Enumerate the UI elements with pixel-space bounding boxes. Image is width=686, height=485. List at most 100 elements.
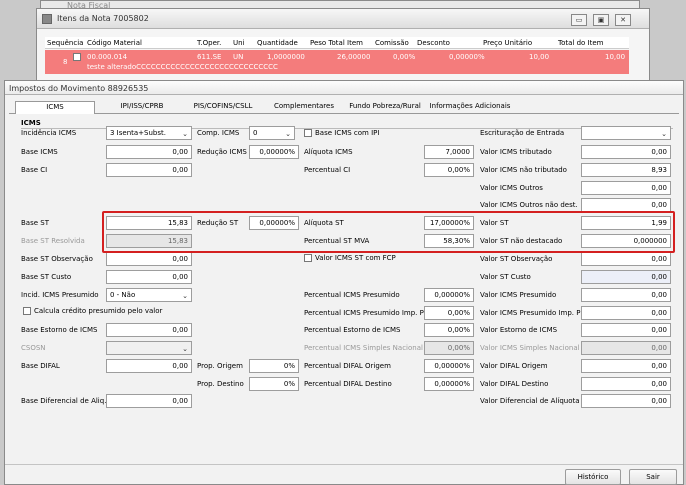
row-preco: 10,00: [529, 53, 550, 61]
perc-presumido-field[interactable]: 0,00000%: [424, 288, 474, 302]
chevron-down-icon: ⌄: [182, 292, 188, 300]
tab-fundo-pobreza[interactable]: Fundo Pobreza/Rural: [345, 101, 425, 113]
reducao-icms-field[interactable]: 0,00000%: [249, 145, 299, 159]
incid-presumido-value: 0 - Não: [110, 291, 136, 299]
col-quantidade[interactable]: Quantidade: [257, 39, 298, 47]
perc-simples-field: 0,00%: [424, 341, 474, 355]
valor-icms-st-fcp-checkbox[interactable]: [304, 254, 312, 262]
base-ci-field[interactable]: 0,00: [106, 163, 192, 177]
incid-presumido-select[interactable]: 0 - Não ⌄: [106, 288, 192, 302]
valor-st-custo-label: Valor ST Custo: [480, 273, 531, 281]
window-icon: [42, 14, 52, 24]
close-button[interactable]: ✕: [615, 14, 631, 26]
col-uni[interactable]: Uni: [233, 39, 245, 47]
aliquota-icms-label: Alíquota ICMS: [304, 148, 353, 156]
base-st-obs-field[interactable]: 0,00: [106, 252, 192, 266]
base-icms-field[interactable]: 0,00: [106, 145, 192, 159]
valor-icms-outros-nd-label: Valor ICMS Outros não dest.: [480, 201, 578, 209]
valor-icms-nao-trib-label: Valor ICMS não tributado: [480, 166, 567, 174]
base-difal-field[interactable]: 0,00: [106, 359, 192, 373]
calc-credito-checkbox[interactable]: [23, 307, 31, 315]
comp-icms-value: 0: [253, 129, 258, 137]
tab-underline: [9, 113, 679, 114]
incidencia-select[interactable]: 3 Isenta+Subst. ⌄: [106, 126, 192, 140]
prop-destino-label: Prop. Destino: [197, 380, 244, 388]
items-grid-header: Sequência Código Material T.Oper. Uni Qu…: [45, 37, 629, 49]
col-comissao[interactable]: Comissão: [375, 39, 409, 47]
valor-difal-origem-field[interactable]: 0,00: [581, 359, 671, 373]
row-checkbox[interactable]: [73, 53, 81, 61]
base-st-resolvida-label: Base ST Resolvida: [21, 237, 85, 245]
base-st-obs-label: Base ST Observação: [21, 255, 93, 263]
valor-st-custo-field[interactable]: 0,00: [581, 270, 671, 284]
chevron-down-icon: ⌄: [285, 130, 291, 138]
chevron-down-icon: ⌄: [182, 345, 188, 353]
col-total[interactable]: Total do Item: [558, 39, 603, 47]
valor-difal-destino-label: Valor DIFAL Destino: [480, 380, 549, 388]
col-preco[interactable]: Preço Unitário: [483, 39, 532, 47]
col-codigo[interactable]: Código Material: [87, 39, 142, 47]
percentual-ci-field[interactable]: 0,00%: [424, 163, 474, 177]
perc-estorno-field[interactable]: 0,00%: [424, 323, 474, 337]
valor-estorno-field[interactable]: 0,00: [581, 323, 671, 337]
base-dif-aliq-field[interactable]: 0,00: [106, 394, 192, 408]
valor-presumido-field[interactable]: 0,00: [581, 288, 671, 302]
section-title: ICMS: [21, 119, 41, 127]
chevron-down-icon: ⌄: [661, 130, 667, 138]
tab-pis[interactable]: PIS/COFINS/CSLL: [185, 101, 261, 113]
sair-button[interactable]: Sair: [629, 469, 677, 485]
base-icms-label: Base ICMS: [21, 148, 58, 156]
row-uni: UN: [233, 53, 244, 61]
comp-icms-select[interactable]: 0 ⌄: [249, 126, 295, 140]
reducao-icms-label: Redução ICMS: [197, 148, 247, 156]
base-estorno-field[interactable]: 0,00: [106, 323, 192, 337]
valor-icms-trib-field[interactable]: 0,00: [581, 145, 671, 159]
valor-st-obs-field[interactable]: 0,00: [581, 252, 671, 266]
valor-presumido-pr-field[interactable]: 0,00: [581, 306, 671, 320]
minimize-button[interactable]: ▭: [571, 14, 587, 26]
row-desconto: 0,00000%: [449, 53, 485, 61]
percentual-ci-label: Percentual CI: [304, 166, 351, 174]
perc-simples-label: Percentual ICMS Simples Nacional: [304, 344, 423, 352]
col-toper[interactable]: T.Oper.: [197, 39, 221, 47]
valor-dif-aliquota-field[interactable]: 0,00: [581, 394, 671, 408]
valor-icms-st-fcp-label: Valor ICMS ST com FCP: [315, 254, 396, 262]
col-peso[interactable]: Peso Total Item: [310, 39, 363, 47]
row-peso: 26,00000: [337, 53, 371, 61]
valor-icms-nao-trib-field[interactable]: 8,93: [581, 163, 671, 177]
base-st-custo-field[interactable]: 0,00: [106, 270, 192, 284]
perc-presumido-pr-field[interactable]: 0,00%: [424, 306, 474, 320]
base-ci-label: Base CI: [21, 166, 48, 174]
prop-destino-field[interactable]: 0%: [249, 377, 299, 391]
valor-presumido-label: Valor ICMS Presumido: [480, 291, 557, 299]
historico-button[interactable]: Histórico: [565, 469, 621, 485]
table-row[interactable]: 8 00.000.014 611.SE UN 1,0000000 26,0000…: [45, 50, 629, 74]
items-window: Itens da Nota 7005802 ▭ ▣ ✕ Sequência Có…: [36, 8, 650, 88]
col-desconto[interactable]: Desconto: [417, 39, 450, 47]
tab-ipi[interactable]: IPI/ISS/CPRB: [107, 101, 177, 113]
comp-icms-label: Comp. ICMS: [197, 129, 240, 137]
tab-complementares[interactable]: Complementares: [267, 101, 341, 113]
perc-estorno-label: Percentual Estorno de ICMS: [304, 326, 401, 334]
tab-icms[interactable]: ICMS: [15, 101, 95, 114]
prop-origem-field[interactable]: 0%: [249, 359, 299, 373]
escrituracao-label: Escrituração de Entrada: [480, 129, 565, 137]
perc-difal-origem-field[interactable]: 0,00000%: [424, 359, 474, 373]
incidencia-label: Incidência ICMS: [21, 129, 77, 137]
valor-icms-outros-nd-field[interactable]: 0,00: [581, 198, 671, 212]
tab-info-adicionais[interactable]: Informações Adicionais: [429, 101, 511, 113]
impostos-window: Impostos do Movimento 88926535 ICMS IPI/…: [4, 80, 684, 485]
row-toper: 611.SE: [197, 53, 222, 61]
impostos-title: Impostos do Movimento 88926535: [9, 84, 149, 93]
restore-button[interactable]: ▣: [593, 14, 609, 26]
col-sequencia[interactable]: Sequência: [47, 39, 83, 47]
valor-simples-label: Valor ICMS Simples Nacional: [480, 344, 580, 352]
perc-difal-destino-field[interactable]: 0,00000%: [424, 377, 474, 391]
row-seq: 8: [63, 58, 68, 66]
impostos-titlebar: Impostos do Movimento 88926535: [5, 81, 683, 95]
aliquota-icms-field[interactable]: 7,0000: [424, 145, 474, 159]
escrituracao-select[interactable]: ⌄: [581, 126, 671, 140]
valor-difal-destino-field[interactable]: 0,00: [581, 377, 671, 391]
base-icms-ipi-checkbox[interactable]: [304, 129, 312, 137]
valor-icms-outros-field[interactable]: 0,00: [581, 181, 671, 195]
